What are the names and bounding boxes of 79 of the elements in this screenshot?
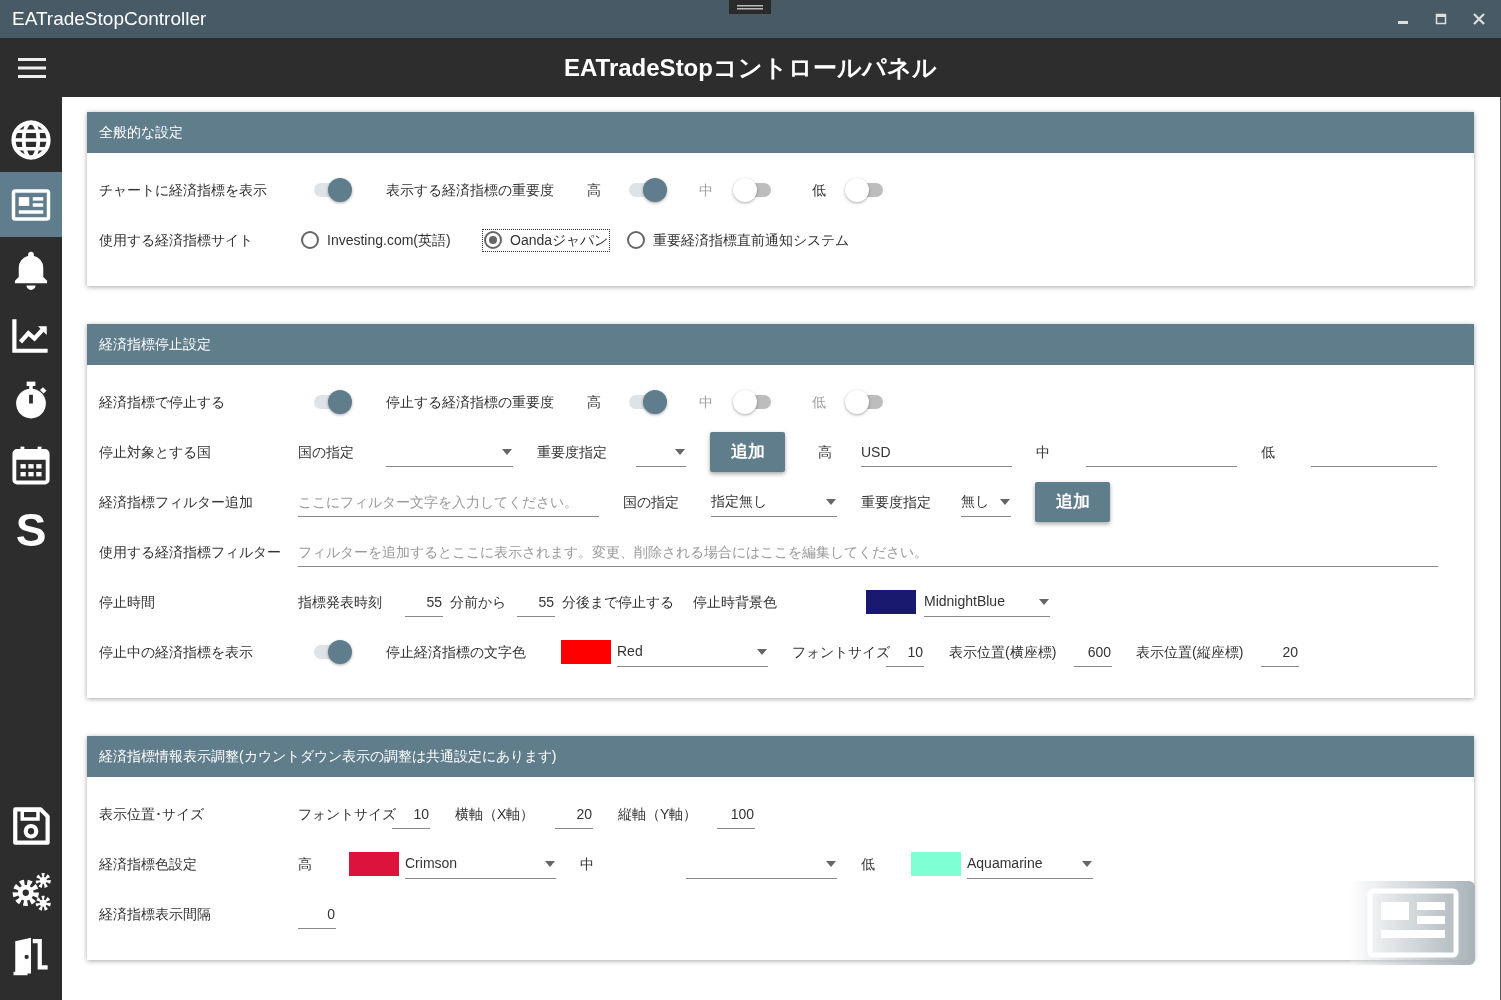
- number-field[interactable]: 20: [555, 799, 593, 829]
- number-field[interactable]: 55: [517, 587, 555, 617]
- field-label: 低: [1261, 442, 1275, 462]
- number-field[interactable]: 100: [717, 799, 755, 829]
- close-icon[interactable]: [1473, 13, 1485, 25]
- dropdown[interactable]: Crimson: [405, 849, 556, 879]
- field-label: 中: [1036, 442, 1050, 462]
- radio-option[interactable]: Investing.com(英語): [300, 229, 452, 251]
- row-label: 経済指標表示間隔: [99, 904, 211, 924]
- row-label: 経済指標フィルター追加: [99, 492, 253, 512]
- add-button[interactable]: 追加: [1035, 482, 1110, 522]
- field-label: 表示する経済指標の重要度: [386, 180, 554, 200]
- radio-option[interactable]: 重要経済指標直前通知システム: [626, 229, 850, 251]
- field-label: 表示位置(縦座標): [1136, 642, 1244, 662]
- field-label: 低: [861, 854, 875, 874]
- field-label: 高: [587, 392, 601, 412]
- field-label: 分前から: [450, 592, 506, 612]
- row-label: 表示位置･サイズ: [99, 804, 204, 824]
- dropdown[interactable]: Red: [617, 637, 768, 667]
- dropdown[interactable]: Aquamarine: [967, 849, 1093, 879]
- row-label: 経済指標色設定: [99, 854, 197, 874]
- window-title: EATradeStopController: [12, 6, 207, 31]
- sidebar-item[interactable]: S: [0, 497, 62, 562]
- field-label: 低: [812, 180, 826, 200]
- number-field[interactable]: 0: [298, 899, 336, 929]
- card-title: 全般的な設定: [99, 123, 183, 142]
- menu-icon[interactable]: [18, 57, 46, 79]
- caret-icon: [757, 648, 767, 655]
- field-label: 停止経済指標の文字色: [386, 642, 526, 662]
- caret-icon: [826, 498, 836, 505]
- dropdown[interactable]: 指定無し: [711, 487, 837, 517]
- caret-icon: [502, 448, 512, 455]
- dropdown[interactable]: 無し: [961, 487, 1011, 517]
- row-label: チャートに経済指標を表示: [99, 180, 267, 200]
- row-label: 使用する経済指標サイト: [99, 230, 253, 250]
- row-label: 停止対象とする国: [99, 442, 211, 462]
- dropdown[interactable]: MidnightBlue: [924, 587, 1050, 617]
- app-title: EATradeStopコントロールパネル: [564, 52, 937, 83]
- field-label: 横軸（X軸）: [455, 804, 535, 824]
- field-label: 重要度指定: [537, 442, 607, 462]
- field-label: 高: [587, 180, 601, 200]
- caret-icon: [675, 448, 685, 455]
- field-label: 表示位置(横座標): [949, 642, 1057, 662]
- field-label: 縦軸（Y軸）: [618, 804, 698, 824]
- caret-icon: [545, 860, 555, 867]
- caret-icon: [1039, 598, 1049, 605]
- card-title: 経済指標情報表示調整(カウントダウン表示の調整は共通設定にあります): [99, 747, 557, 766]
- field-label: 高: [818, 442, 832, 462]
- input-field[interactable]: ここにフィルター文字を入力してください。: [298, 487, 599, 517]
- field-label: 国の指定: [298, 442, 354, 462]
- row-label: 停止中の経済指標を表示: [99, 642, 253, 662]
- field-label: 分後まで停止する: [562, 592, 674, 612]
- caret-icon: [1000, 498, 1010, 505]
- field-label: 停止する経済指標の重要度: [386, 392, 554, 412]
- field-label: 指標発表時刻: [298, 592, 382, 612]
- row-label: 経済指標で停止する: [99, 392, 225, 412]
- card-title: 経済指標停止設定: [99, 335, 211, 354]
- number-field[interactable]: 55: [405, 587, 443, 617]
- field-label: 中: [699, 392, 713, 412]
- globe-icon: [10, 118, 52, 161]
- maximize-icon[interactable]: [1435, 13, 1447, 25]
- row-label: 使用する経済指標フィルター: [99, 542, 281, 562]
- drag-handle-icon: [729, 0, 771, 14]
- field-label: 高: [298, 854, 312, 874]
- number-field[interactable]: 600: [1074, 637, 1112, 667]
- field-label: 国の指定: [623, 492, 679, 512]
- input-field[interactable]: フィルターを追加するとここに表示されます。変更、削除される場合にはここを編集してください。: [298, 537, 1438, 567]
- number-field[interactable]: 20: [1261, 637, 1299, 667]
- field-label: 中: [699, 180, 713, 200]
- caret-icon: [1082, 860, 1092, 867]
- field-label: 中: [580, 854, 594, 874]
- field-label: 低: [812, 392, 826, 412]
- caret-icon: [826, 860, 836, 867]
- row-label: 停止時間: [99, 592, 155, 612]
- field-label: 停止時背景色: [693, 592, 777, 612]
- add-button[interactable]: 追加: [710, 432, 785, 472]
- field-label: 重要度指定: [861, 492, 931, 512]
- input-field[interactable]: USD: [861, 437, 1012, 467]
- radio-option[interactable]: Oandaジャパン: [483, 229, 610, 251]
